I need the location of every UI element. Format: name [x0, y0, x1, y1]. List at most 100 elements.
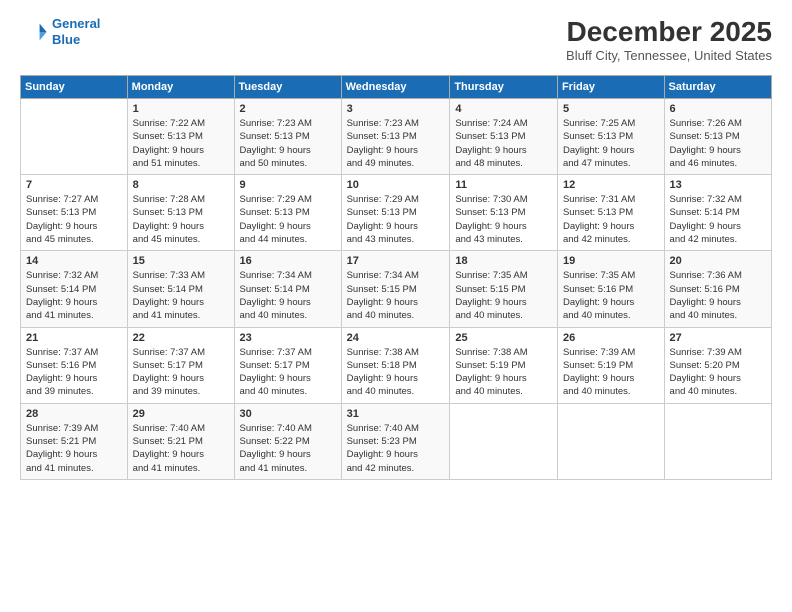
day-number: 31	[347, 408, 445, 420]
day-info: Sunrise: 7:33 AM Sunset: 5:14 PM Dayligh…	[133, 269, 229, 322]
day-info: Sunrise: 7:40 AM Sunset: 5:23 PM Dayligh…	[347, 422, 445, 475]
calendar-cell: 15Sunrise: 7:33 AM Sunset: 5:14 PM Dayli…	[127, 251, 234, 327]
weekday-header-saturday: Saturday	[664, 76, 771, 99]
calendar-cell: 17Sunrise: 7:34 AM Sunset: 5:15 PM Dayli…	[341, 251, 450, 327]
day-info: Sunrise: 7:34 AM Sunset: 5:15 PM Dayligh…	[347, 269, 445, 322]
day-info: Sunrise: 7:39 AM Sunset: 5:20 PM Dayligh…	[670, 346, 766, 399]
day-info: Sunrise: 7:25 AM Sunset: 5:13 PM Dayligh…	[563, 117, 659, 170]
week-row-1: 7 Sunrise: 7:27 AM Sunset: 5:13 PM Daylig…	[21, 175, 772, 251]
day-info: Sunrise: 7:37 AM Sunset: 5:16 PM Dayligh…	[26, 346, 122, 399]
calendar-cell: 11 Sunrise: 7:30 AM Sunset: 5:13 PM Dayli…	[450, 175, 558, 251]
day-info: Sunrise: 7:38 AM Sunset: 5:18 PM Dayligh…	[347, 346, 445, 399]
month-title: December 2025	[566, 16, 772, 48]
day-number: 7	[26, 179, 122, 191]
calendar-cell: 1 Sunrise: 7:22 AM Sunset: 5:13 PM Daylig…	[127, 99, 234, 175]
day-info: Sunrise: 7:39 AM Sunset: 5:19 PM Dayligh…	[563, 346, 659, 399]
calendar-cell: 24 Sunrise: 7:38 AM Sunset: 5:18 PM Dayli…	[341, 327, 450, 403]
calendar-cell	[664, 403, 771, 479]
calendar-cell: 16Sunrise: 7:34 AM Sunset: 5:14 PM Dayli…	[234, 251, 341, 327]
day-number: 19	[563, 255, 659, 267]
day-info: Sunrise: 7:27 AM Sunset: 5:13 PM Dayligh…	[26, 193, 122, 246]
calendar-cell: 25 Sunrise: 7:38 AM Sunset: 5:19 PM Dayli…	[450, 327, 558, 403]
day-info: Sunrise: 7:29 AM Sunset: 5:13 PM Dayligh…	[240, 193, 336, 246]
week-row-0: 1 Sunrise: 7:22 AM Sunset: 5:13 PM Daylig…	[21, 99, 772, 175]
calendar-cell: 2 Sunrise: 7:23 AM Sunset: 5:13 PM Daylig…	[234, 99, 341, 175]
page: General Blue December 2025 Bluff City, T…	[0, 0, 792, 612]
logo-icon	[20, 18, 48, 46]
day-info: Sunrise: 7:22 AM Sunset: 5:13 PM Dayligh…	[133, 117, 229, 170]
day-info: Sunrise: 7:37 AM Sunset: 5:17 PM Dayligh…	[240, 346, 336, 399]
calendar-cell: 30 Sunrise: 7:40 AM Sunset: 5:22 PM Dayli…	[234, 403, 341, 479]
calendar-cell: 6Sunrise: 7:26 AM Sunset: 5:13 PM Daylig…	[664, 99, 771, 175]
day-info: Sunrise: 7:34 AM Sunset: 5:14 PM Dayligh…	[240, 269, 336, 322]
day-number: 9	[240, 179, 336, 191]
calendar-cell: 5 Sunrise: 7:25 AM Sunset: 5:13 PM Daylig…	[557, 99, 664, 175]
day-info: Sunrise: 7:26 AM Sunset: 5:13 PM Dayligh…	[670, 117, 766, 170]
day-info: Sunrise: 7:39 AM Sunset: 5:21 PM Dayligh…	[26, 422, 122, 475]
day-info: Sunrise: 7:40 AM Sunset: 5:21 PM Dayligh…	[133, 422, 229, 475]
calendar-cell: 9 Sunrise: 7:29 AM Sunset: 5:13 PM Daylig…	[234, 175, 341, 251]
day-number: 24	[347, 332, 445, 344]
calendar-cell: 12Sunrise: 7:31 AM Sunset: 5:13 PM Dayli…	[557, 175, 664, 251]
day-number: 13	[670, 179, 766, 191]
day-number: 30	[240, 408, 336, 420]
day-number: 22	[133, 332, 229, 344]
day-info: Sunrise: 7:38 AM Sunset: 5:19 PM Dayligh…	[455, 346, 552, 399]
calendar-cell: 31 Sunrise: 7:40 AM Sunset: 5:23 PM Dayli…	[341, 403, 450, 479]
day-info: Sunrise: 7:23 AM Sunset: 5:13 PM Dayligh…	[347, 117, 445, 170]
week-row-3: 21Sunrise: 7:37 AM Sunset: 5:16 PM Dayli…	[21, 327, 772, 403]
weekday-header-thursday: Thursday	[450, 76, 558, 99]
day-number: 14	[26, 255, 122, 267]
day-number: 29	[133, 408, 229, 420]
calendar-cell: 28 Sunrise: 7:39 AM Sunset: 5:21 PM Dayli…	[21, 403, 128, 479]
calendar-cell: 29 Sunrise: 7:40 AM Sunset: 5:21 PM Dayli…	[127, 403, 234, 479]
day-info: Sunrise: 7:40 AM Sunset: 5:22 PM Dayligh…	[240, 422, 336, 475]
week-row-4: 28 Sunrise: 7:39 AM Sunset: 5:21 PM Dayli…	[21, 403, 772, 479]
weekday-header-row: SundayMondayTuesdayWednesdayThursdayFrid…	[21, 76, 772, 99]
day-number: 26	[563, 332, 659, 344]
day-number: 20	[670, 255, 766, 267]
day-info: Sunrise: 7:35 AM Sunset: 5:16 PM Dayligh…	[563, 269, 659, 322]
day-info: Sunrise: 7:29 AM Sunset: 5:13 PM Dayligh…	[347, 193, 445, 246]
calendar-cell: 10 Sunrise: 7:29 AM Sunset: 5:13 PM Dayli…	[341, 175, 450, 251]
day-number: 4	[455, 103, 552, 115]
day-info: Sunrise: 7:36 AM Sunset: 5:16 PM Dayligh…	[670, 269, 766, 322]
day-number: 27	[670, 332, 766, 344]
weekday-header-friday: Friday	[557, 76, 664, 99]
calendar-cell	[21, 99, 128, 175]
day-info: Sunrise: 7:24 AM Sunset: 5:13 PM Dayligh…	[455, 117, 552, 170]
day-info: Sunrise: 7:32 AM Sunset: 5:14 PM Dayligh…	[26, 269, 122, 322]
calendar-cell: 18Sunrise: 7:35 AM Sunset: 5:15 PM Dayli…	[450, 251, 558, 327]
header: General Blue December 2025 Bluff City, T…	[20, 16, 772, 63]
weekday-header-tuesday: Tuesday	[234, 76, 341, 99]
calendar-cell: 14 Sunrise: 7:32 AM Sunset: 5:14 PM Dayli…	[21, 251, 128, 327]
day-number: 1	[133, 103, 229, 115]
day-info: Sunrise: 7:23 AM Sunset: 5:13 PM Dayligh…	[240, 117, 336, 170]
logo-text: General Blue	[52, 16, 100, 47]
title-block: December 2025 Bluff City, Tennessee, Uni…	[566, 16, 772, 63]
day-number: 11	[455, 179, 552, 191]
day-number: 28	[26, 408, 122, 420]
calendar: SundayMondayTuesdayWednesdayThursdayFrid…	[20, 75, 772, 480]
day-number: 25	[455, 332, 552, 344]
day-number: 18	[455, 255, 552, 267]
day-info: Sunrise: 7:32 AM Sunset: 5:14 PM Dayligh…	[670, 193, 766, 246]
day-number: 2	[240, 103, 336, 115]
calendar-cell: 26 Sunrise: 7:39 AM Sunset: 5:19 PM Dayli…	[557, 327, 664, 403]
calendar-cell: 23 Sunrise: 7:37 AM Sunset: 5:17 PM Dayli…	[234, 327, 341, 403]
day-info: Sunrise: 7:37 AM Sunset: 5:17 PM Dayligh…	[133, 346, 229, 399]
weekday-header-wednesday: Wednesday	[341, 76, 450, 99]
day-number: 23	[240, 332, 336, 344]
weekday-header-sunday: Sunday	[21, 76, 128, 99]
week-row-2: 14 Sunrise: 7:32 AM Sunset: 5:14 PM Dayli…	[21, 251, 772, 327]
day-number: 5	[563, 103, 659, 115]
day-info: Sunrise: 7:28 AM Sunset: 5:13 PM Dayligh…	[133, 193, 229, 246]
day-number: 8	[133, 179, 229, 191]
calendar-cell: 21Sunrise: 7:37 AM Sunset: 5:16 PM Dayli…	[21, 327, 128, 403]
calendar-cell: 3 Sunrise: 7:23 AM Sunset: 5:13 PM Daylig…	[341, 99, 450, 175]
calendar-cell: 22 Sunrise: 7:37 AM Sunset: 5:17 PM Dayli…	[127, 327, 234, 403]
calendar-cell	[450, 403, 558, 479]
day-info: Sunrise: 7:30 AM Sunset: 5:13 PM Dayligh…	[455, 193, 552, 246]
day-number: 3	[347, 103, 445, 115]
day-number: 10	[347, 179, 445, 191]
